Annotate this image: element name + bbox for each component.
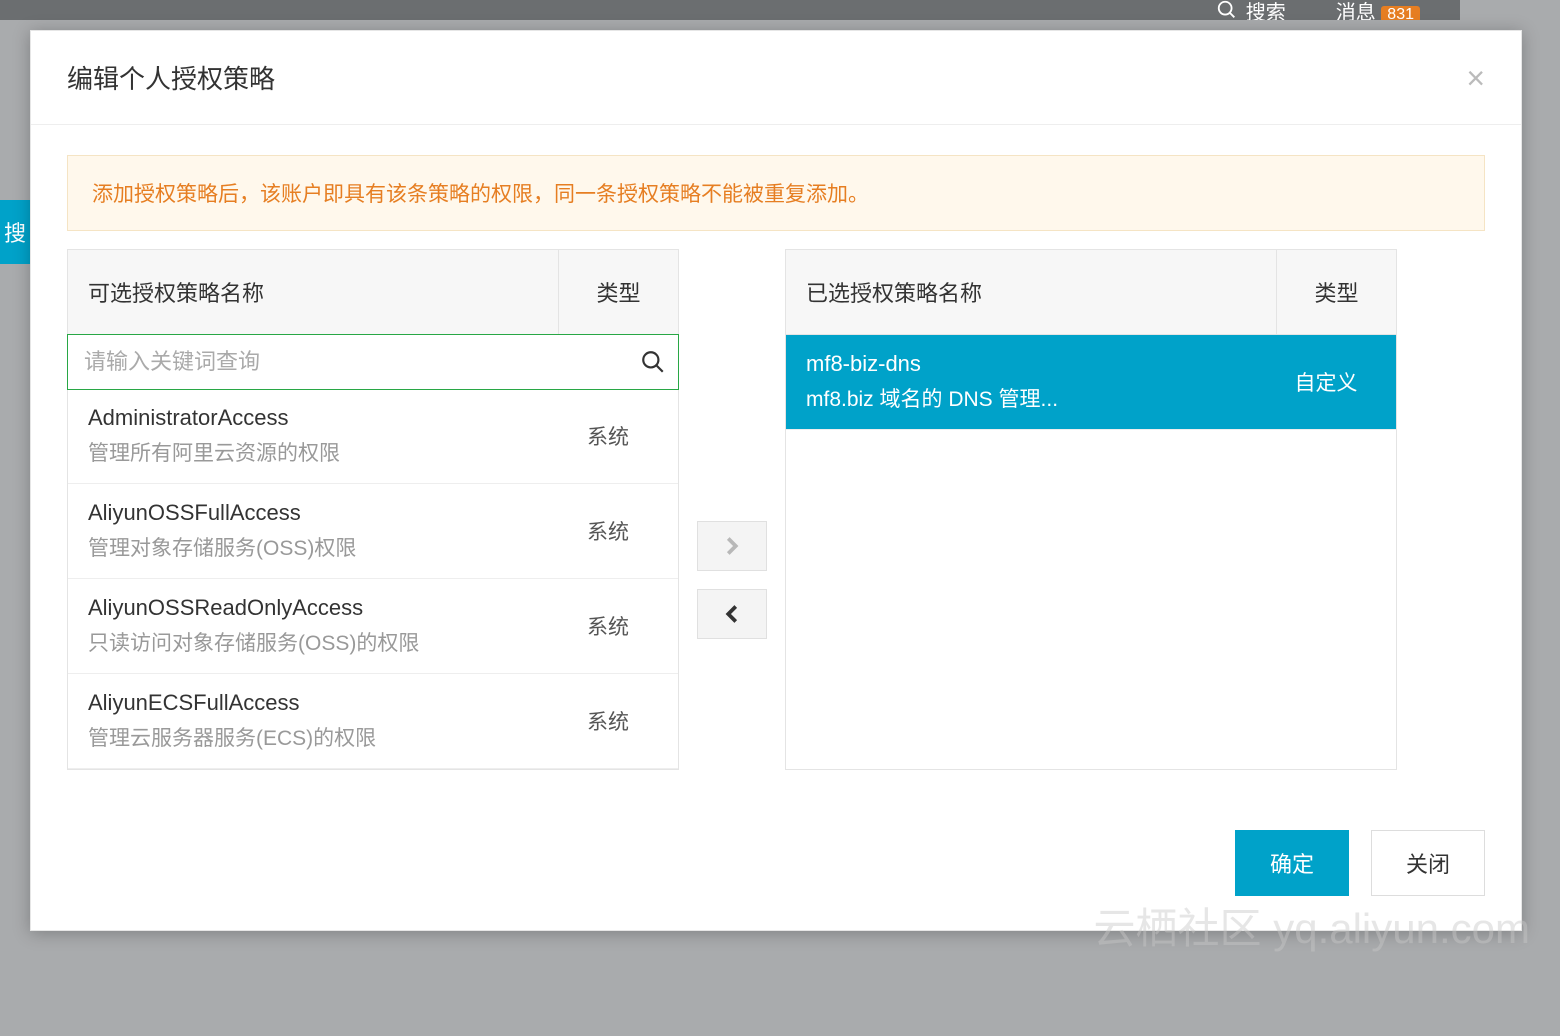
selected-policies-list[interactable]: mf8-biz-dns mf8.biz 域名的 DNS 管理... 自定义 [786, 335, 1396, 769]
policy-name: mf8-biz-dns [806, 351, 1276, 377]
policy-desc: 管理对象存储服务(OSS)权限 [88, 532, 558, 562]
policy-search-button[interactable] [628, 349, 678, 375]
policy-name: AliyunECSFullAccess [88, 690, 558, 716]
available-header-type: 类型 [558, 250, 678, 334]
list-item[interactable]: AdministratorAccess 管理所有阿里云资源的权限 系统 [68, 389, 678, 484]
top-messages[interactable]: 消息 831 [1336, 0, 1420, 20]
transfer-arrows [697, 249, 767, 770]
modal-body: 添加授权策略后，该账户即具有该条策略的权限，同一条授权策略不能被重复添加。 可选… [31, 125, 1521, 770]
side-tab[interactable]: 搜 [0, 200, 30, 264]
chevron-right-icon [724, 536, 740, 556]
policy-type: 系统 [558, 421, 658, 451]
info-alert: 添加授权策略后，该账户即具有该条策略的权限，同一条授权策略不能被重复添加。 [67, 155, 1485, 231]
add-policy-button[interactable] [697, 521, 767, 571]
selected-header-name: 已选授权策略名称 [786, 250, 1276, 334]
top-messages-label: 消息 [1336, 2, 1376, 21]
selected-policies-panel: 已选授权策略名称 类型 mf8-biz-dns mf8.biz 域名的 DNS … [785, 249, 1397, 770]
list-item[interactable]: AliyunOSSFullAccess 管理对象存储服务(OSS)权限 系统 [68, 484, 678, 579]
policy-desc: mf8.biz 域名的 DNS 管理... [806, 383, 1276, 413]
policy-desc: 只读访问对象存储服务(OSS)的权限 [88, 627, 558, 657]
policy-name: AliyunOSSFullAccess [88, 500, 558, 526]
policy-type: 自定义 [1276, 367, 1376, 397]
confirm-button[interactable]: 确定 [1235, 830, 1349, 896]
policy-type: 系统 [558, 516, 658, 546]
close-icon: × [1466, 60, 1485, 96]
policy-search-input[interactable] [68, 335, 628, 389]
edit-policy-modal: 编辑个人授权策略 × 添加授权策略后，该账户即具有该条策略的权限，同一条授权策略… [30, 30, 1522, 931]
policy-desc: 管理云服务器服务(ECS)的权限 [88, 722, 558, 752]
list-item[interactable]: AliyunECSFullAccess 管理云服务器服务(ECS)的权限 系统 [68, 674, 678, 769]
available-policies-list[interactable]: AdministratorAccess 管理所有阿里云资源的权限 系统 Aliy… [68, 389, 678, 769]
policy-type: 系统 [558, 706, 658, 736]
list-item[interactable]: mf8-biz-dns mf8.biz 域名的 DNS 管理... 自定义 [786, 335, 1396, 430]
modal-title: 编辑个人授权策略 [67, 59, 275, 96]
available-panel-header: 可选授权策略名称 类型 [68, 250, 678, 335]
policy-search-wrap [67, 334, 679, 390]
policy-transfer: 可选授权策略名称 类型 AdministratorAccess 管理所有阿里云资… [67, 249, 1485, 770]
available-policies-panel: 可选授权策略名称 类型 AdministratorAccess 管理所有阿里云资… [67, 249, 679, 770]
messages-count-badge: 831 [1381, 6, 1420, 21]
policy-name: AdministratorAccess [88, 405, 558, 431]
search-icon [1216, 0, 1238, 20]
close-button[interactable]: × [1466, 62, 1485, 94]
policy-desc: 管理所有阿里云资源的权限 [88, 437, 558, 467]
list-item[interactable]: AliyunOSSReadOnlyAccess 只读访问对象存储服务(OSS)的… [68, 579, 678, 674]
remove-policy-button[interactable] [697, 589, 767, 639]
selected-header-type: 类型 [1276, 250, 1396, 334]
chevron-left-icon [724, 604, 740, 624]
cancel-button[interactable]: 关闭 [1371, 830, 1485, 896]
top-nav-strip: 搜索 消息 831 [0, 0, 1460, 20]
policy-name: AliyunOSSReadOnlyAccess [88, 595, 558, 621]
available-header-name: 可选授权策略名称 [68, 250, 558, 334]
top-search-label: 搜索 [1246, 0, 1286, 20]
top-search[interactable]: 搜索 [1216, 0, 1286, 20]
search-icon [640, 349, 666, 375]
modal-header: 编辑个人授权策略 × [31, 31, 1521, 125]
modal-footer: 确定 关闭 [31, 770, 1521, 930]
selected-panel-header: 已选授权策略名称 类型 [786, 250, 1396, 335]
policy-type: 系统 [558, 611, 658, 641]
